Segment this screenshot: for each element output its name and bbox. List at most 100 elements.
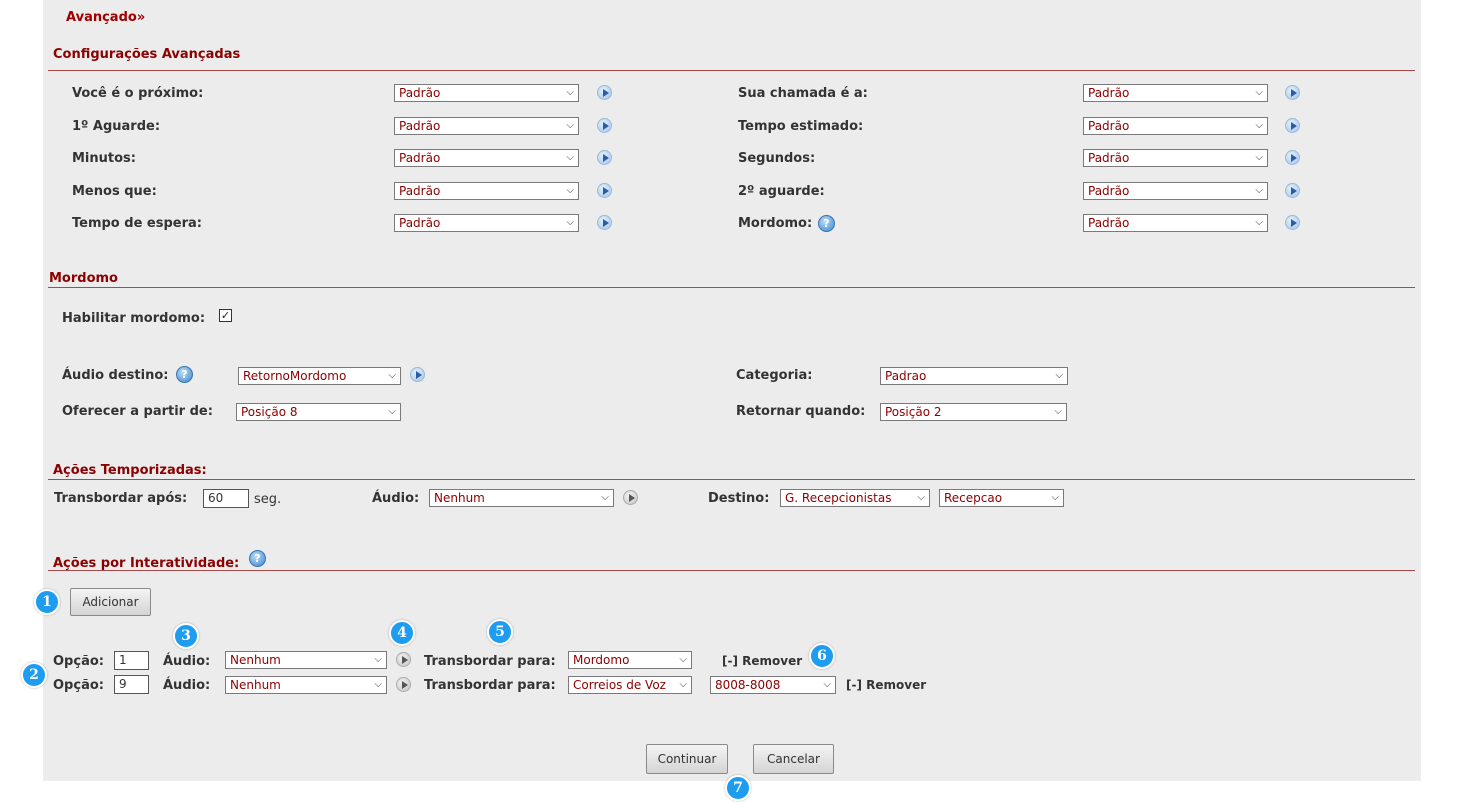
chevron-down-icon: ⌵	[917, 492, 925, 503]
select-transfer-to[interactable]: Mordomo ⌵	[568, 651, 692, 669]
select-value: Mordomo	[573, 653, 630, 667]
select-transfer-target[interactable]: 8008-8008 ⌵	[710, 676, 836, 694]
play-icon[interactable]	[1285, 118, 1300, 133]
select-value: Nenhum	[230, 678, 281, 692]
label-minutes: Minutos:	[72, 151, 136, 166]
select-estimated-time[interactable]: Padrão ⌵	[1083, 117, 1268, 135]
continue-button[interactable]: Continuar	[646, 744, 728, 774]
help-icon[interactable]: ?	[818, 215, 835, 232]
remove-link[interactable]: [-] Remover	[722, 654, 802, 668]
chevron-down-icon: ⌵	[1051, 492, 1059, 503]
select-value: Padrão	[1088, 216, 1130, 230]
select-timed-audio[interactable]: Nenhum ⌵	[429, 489, 614, 507]
select-first-wait[interactable]: Padrão ⌵	[394, 117, 579, 135]
label-offer-from: Oferecer a partir de:	[62, 404, 213, 419]
play-icon[interactable]	[597, 85, 612, 100]
page-title-text: Avançado	[66, 10, 137, 25]
select-value: Padrão	[399, 119, 441, 133]
option-input[interactable]: 1	[114, 651, 149, 670]
chevron-down-icon: ⌵	[374, 679, 382, 690]
enable-mordomo-checkbox[interactable]: ✓	[219, 309, 232, 322]
label-category: Categoria:	[736, 368, 813, 383]
select-less-than[interactable]: Padrão ⌵	[394, 182, 579, 200]
select-offer-from[interactable]: Posição 8 ⌵	[236, 403, 401, 421]
select-return-when[interactable]: Posição 2 ⌵	[880, 403, 1067, 421]
input-value: 1	[119, 653, 127, 667]
label-mordomo: Mordomo:	[738, 216, 813, 231]
chevron-down-icon: ⌵	[566, 120, 574, 131]
play-icon[interactable]	[1285, 215, 1300, 230]
label-timed-audio: Áudio:	[372, 491, 420, 506]
play-icon[interactable]	[597, 183, 612, 198]
double-chevron-icon: »	[136, 10, 146, 25]
select-destination-group[interactable]: G. Recepcionistas ⌵	[780, 489, 930, 507]
play-icon[interactable]	[597, 118, 612, 133]
select-value: Padrão	[1088, 119, 1130, 133]
input-value: 60	[208, 491, 224, 505]
select-transfer-to[interactable]: Correios de Voz ⌵	[568, 676, 692, 694]
section-divider	[48, 570, 1415, 571]
select-second-wait[interactable]: Padrão ⌵	[1083, 182, 1268, 200]
play-icon[interactable]	[597, 150, 612, 165]
play-icon[interactable]	[1285, 85, 1300, 100]
add-button[interactable]: Adicionar	[70, 588, 151, 616]
chevron-down-icon: ⌵	[566, 87, 574, 98]
section-divider	[48, 287, 1415, 288]
chevron-down-icon: ⌵	[388, 370, 396, 381]
section-divider	[48, 479, 1415, 480]
play-icon[interactable]	[396, 652, 411, 667]
label-enable-mordomo: Habilitar mordomo:	[62, 311, 206, 326]
select-option-audio[interactable]: Nenhum ⌵	[225, 676, 387, 694]
cancel-button[interactable]: Cancelar	[753, 744, 834, 774]
section-header-mordomo: Mordomo	[49, 271, 118, 286]
label-next: Você é o próximo:	[72, 86, 204, 101]
select-category[interactable]: Padrao ⌵	[880, 367, 1068, 385]
label-less-than: Menos que:	[72, 184, 157, 199]
select-audio-destination[interactable]: RetornoMordomo ⌵	[238, 367, 401, 385]
chevron-down-icon: ⌵	[388, 406, 396, 417]
select-value: Padrão	[1088, 184, 1130, 198]
select-minutes[interactable]: Padrão ⌵	[394, 149, 579, 167]
label-destination: Destino:	[708, 491, 770, 506]
label-first-wait: 1º Aguarde:	[72, 119, 161, 134]
label-second-wait: 2º aguarde:	[738, 184, 825, 199]
play-icon[interactable]	[597, 215, 612, 230]
help-icon[interactable]: ?	[176, 366, 193, 383]
chevron-down-icon: ⌵	[1255, 87, 1263, 98]
label-estimated-time: Tempo estimado:	[738, 119, 864, 134]
select-next[interactable]: Padrão ⌵	[394, 84, 579, 102]
select-value: Nenhum	[434, 491, 485, 505]
callout-badge-2: 2	[21, 662, 47, 688]
section-header-interactive: Ações por Interatividade:	[53, 556, 240, 571]
select-value: Padrão	[1088, 86, 1130, 100]
select-value: Correios de Voz	[573, 678, 666, 692]
chevron-down-icon: ⌵	[679, 679, 687, 690]
play-icon[interactable]	[1285, 183, 1300, 198]
play-icon[interactable]	[1285, 150, 1300, 165]
play-icon[interactable]	[396, 677, 411, 692]
select-wait-time[interactable]: Padrão ⌵	[394, 214, 579, 232]
callout-badge-7: 7	[725, 775, 751, 801]
select-seconds[interactable]: Padrão ⌵	[1083, 149, 1268, 167]
chevron-down-icon: ⌵	[374, 654, 382, 665]
option-input[interactable]: 9	[114, 675, 149, 694]
select-your-call[interactable]: Padrão ⌵	[1083, 84, 1268, 102]
label-audio: Áudio:	[163, 654, 211, 669]
callout-badge-6: 6	[809, 643, 835, 669]
chevron-down-icon: ⌵	[1255, 217, 1263, 228]
play-icon[interactable]	[623, 490, 638, 505]
select-option-audio[interactable]: Nenhum ⌵	[225, 651, 387, 669]
help-icon[interactable]: ?	[249, 550, 266, 567]
select-value: Posição 8	[241, 405, 298, 419]
select-value: Padrão	[399, 151, 441, 165]
chevron-down-icon: ⌵	[566, 217, 574, 228]
remove-link[interactable]: [-] Remover	[846, 678, 926, 692]
select-value: Padrao	[885, 369, 927, 383]
select-destination[interactable]: Recepcao ⌵	[939, 489, 1064, 507]
label-audio: Áudio:	[163, 678, 211, 693]
section-divider	[48, 70, 1415, 71]
overflow-seconds-input[interactable]: 60	[203, 489, 249, 508]
play-icon[interactable]	[410, 367, 425, 382]
select-mordomo[interactable]: Padrão ⌵	[1083, 214, 1268, 232]
select-value: 8008-8008	[715, 678, 781, 692]
